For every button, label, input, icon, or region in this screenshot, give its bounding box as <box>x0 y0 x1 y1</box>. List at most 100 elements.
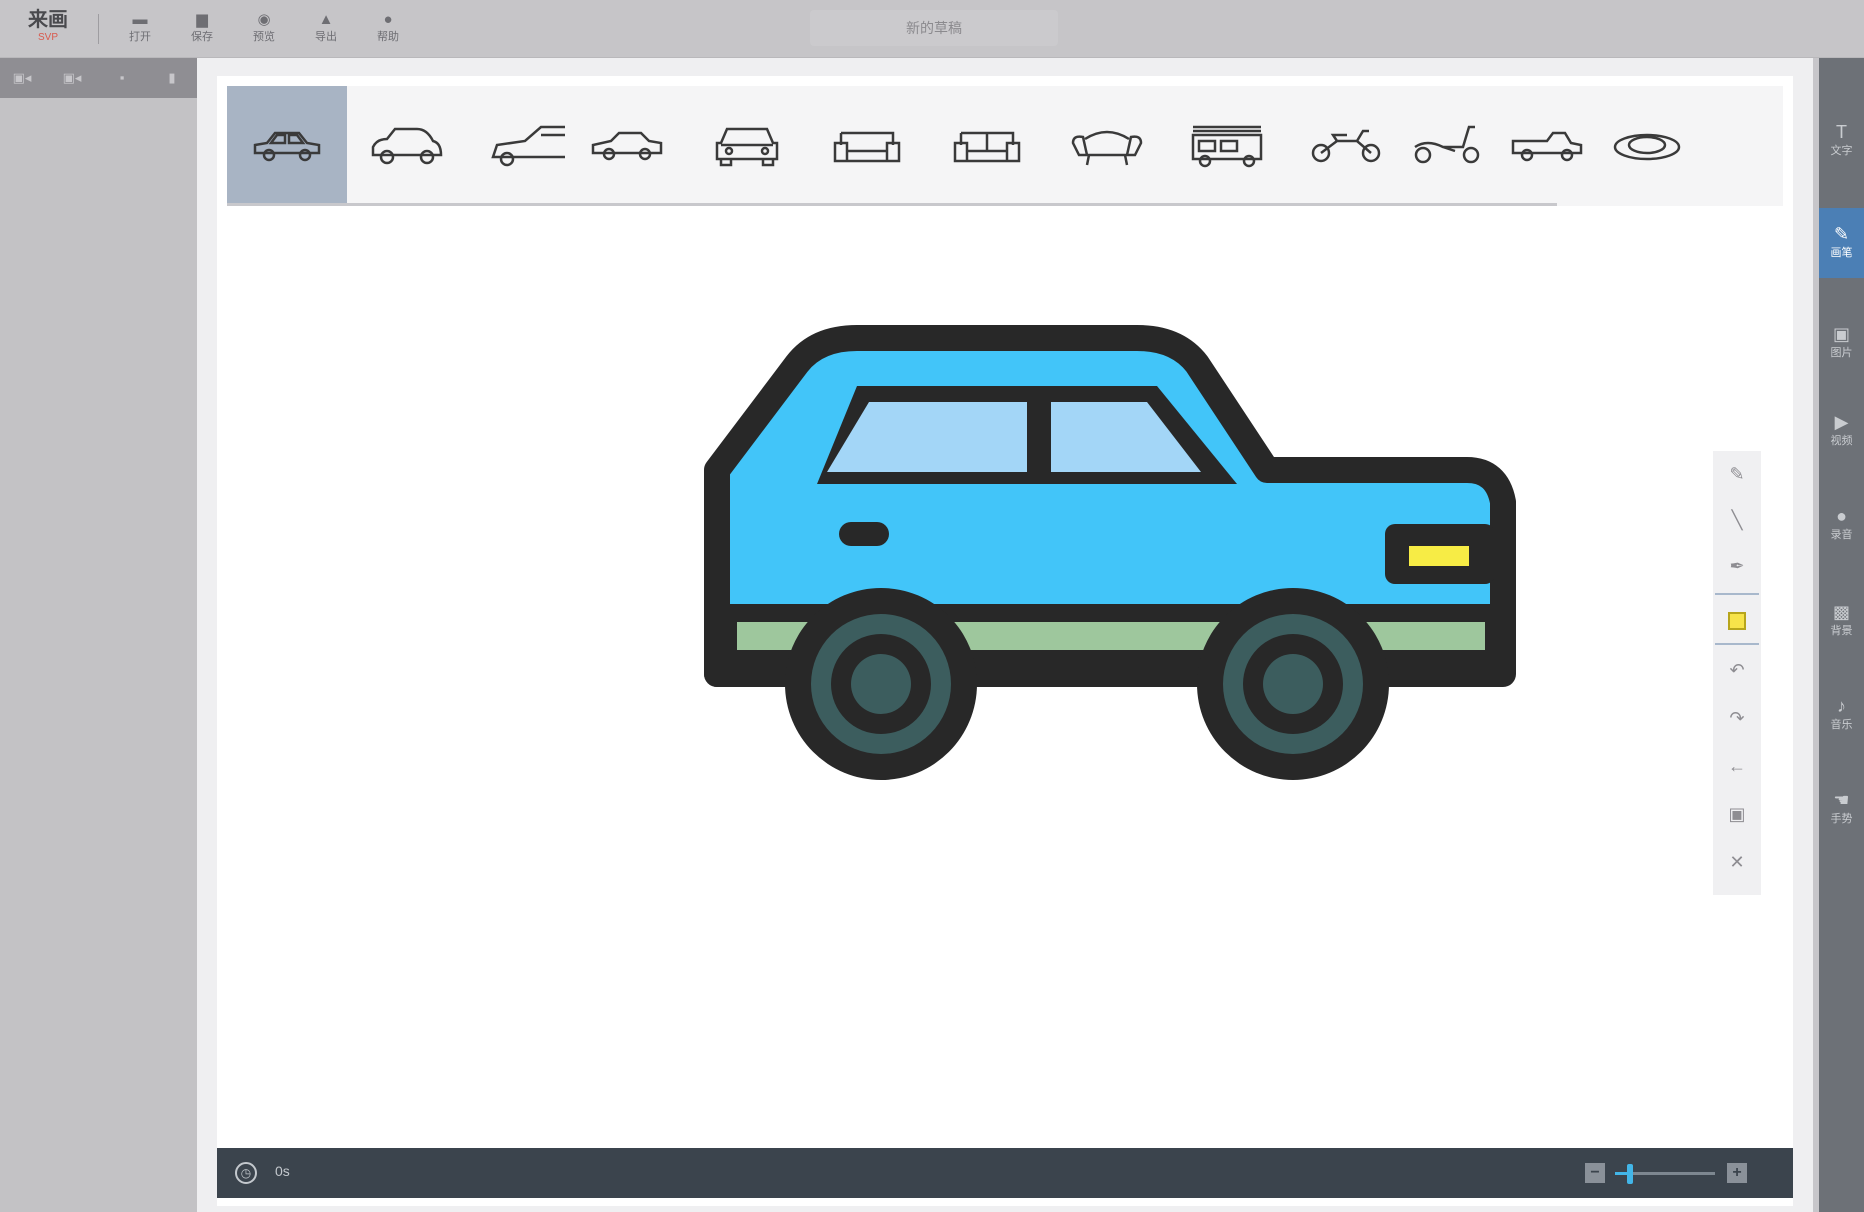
pencil-tool[interactable]: ✎ <box>1713 451 1761 497</box>
car-illustration[interactable] <box>557 294 1517 854</box>
insert-scene-icon[interactable]: ▣◂ <box>58 66 86 90</box>
fire-truck-icon <box>1191 125 1263 168</box>
redo-icon: ↷ <box>1729 708 1745 728</box>
loveseat-icon <box>833 131 901 163</box>
motorbike-icon <box>1311 129 1381 163</box>
preview-label: 预览 <box>253 31 275 43</box>
logo-subtext: SVP <box>37 32 58 43</box>
drawing-tool-palette: ✎ ╲ ✒ ↶ ↷ ← ▣ ✕ <box>1713 451 1761 895</box>
pen-icon: ✒ <box>1729 556 1745 576</box>
zoom-out-button[interactable]: − <box>1585 1163 1605 1183</box>
color-swatch <box>1728 612 1746 630</box>
close-icon: ✕ <box>1729 852 1745 872</box>
add-scene-icon[interactable]: ▣◂ <box>8 66 36 90</box>
open-button[interactable]: ▬ 打开 <box>118 10 162 52</box>
help-button[interactable]: ● 帮助 <box>366 10 410 52</box>
small-car-shape[interactable] <box>567 86 687 206</box>
palette-divider <box>1715 643 1759 645</box>
brush-tool-tab[interactable]: ✎ 画笔 <box>1819 208 1864 278</box>
compact-car-shape[interactable] <box>347 86 467 206</box>
help-label: 帮助 <box>377 31 399 43</box>
loveseat-shape[interactable] <box>807 86 927 206</box>
hand-icon: ☚ <box>1833 790 1850 810</box>
music-tool-label: 音乐 <box>1830 719 1853 731</box>
compact-car-icon <box>371 127 443 165</box>
right-tool-sidebar: T 文字 ✎ 画笔 ▣ 图片 ▶ 视频 ● 录音 ▩ 背景 ♪ 音乐 ☚ 手势 <box>1813 58 1864 1212</box>
pencil-icon: ✎ <box>1729 464 1745 484</box>
text-tool[interactable]: T 文字 <box>1819 106 1864 176</box>
save-drawing-button[interactable]: ▣ <box>1713 791 1761 837</box>
save-icon: ▆ <box>196 11 208 28</box>
image-tool-label: 图片 <box>1830 347 1853 359</box>
window-pillar <box>1027 394 1051 480</box>
image-icon: ▣ <box>1832 324 1850 344</box>
image-tool[interactable]: ▣ 图片 <box>1819 308 1864 378</box>
text-icon: T <box>1836 122 1847 142</box>
shape-library-scrollbar[interactable] <box>227 203 1557 206</box>
open-label: 打开 <box>129 31 151 43</box>
pen-tool[interactable]: ✒ <box>1713 543 1761 589</box>
music-tool[interactable]: ♪ 音乐 <box>1819 680 1864 750</box>
palette-divider <box>1715 593 1759 595</box>
help-icon: ● <box>383 11 393 28</box>
car-drawing <box>704 325 1516 780</box>
export-icon: ▲ <box>318 11 334 28</box>
save-icon: ▣ <box>1728 804 1746 824</box>
back-arrow-icon: ← <box>1728 756 1746 776</box>
brush-tool[interactable]: ╲ <box>1713 497 1761 543</box>
undo-button[interactable]: ↶ <box>1713 647 1761 693</box>
front-wheel-hub <box>1263 654 1323 714</box>
ufo-shape[interactable] <box>1587 86 1707 206</box>
preview-button[interactable]: ◉ 预览 <box>242 10 286 52</box>
back-button[interactable]: ← <box>1713 743 1761 789</box>
delete-scene-icon[interactable]: ▮ <box>158 66 186 90</box>
toolbar-divider <box>98 14 99 44</box>
sofa-shape[interactable] <box>927 86 1047 206</box>
folder-icon: ▬ <box>132 11 148 28</box>
background-icon: ▩ <box>1832 602 1850 622</box>
car-front-shape[interactable] <box>687 86 807 206</box>
brush-icon: ╲ <box>1731 510 1743 530</box>
redo-button[interactable]: ↷ <box>1713 695 1761 741</box>
close-palette-button[interactable]: ✕ <box>1713 839 1761 885</box>
pickup-truck-icon <box>1511 131 1583 162</box>
save-label: 保存 <box>191 31 213 43</box>
background-tool-label: 背景 <box>1830 625 1853 637</box>
armchair-shape[interactable] <box>1047 86 1167 206</box>
background-tool[interactable]: ▩ 背景 <box>1819 586 1864 656</box>
scooter-icon <box>1414 125 1480 164</box>
export-button[interactable]: ▲ 导出 <box>304 10 348 52</box>
text-tool-label: 文字 <box>1830 145 1853 157</box>
record-tool-label: 录音 <box>1830 529 1853 541</box>
scene-panel-header: ▣◂ ▣◂ ▪ ▮ <box>0 58 197 98</box>
eye-icon: ◉ <box>257 11 271 28</box>
door-handle <box>839 522 889 546</box>
armchair-icon <box>1071 130 1143 166</box>
document-title[interactable]: 新的草稿 <box>810 10 1058 46</box>
brush-icon: ✎ <box>1833 224 1850 244</box>
app-logo[interactable]: 来画 SVP <box>18 8 78 50</box>
zoom-slider-thumb[interactable] <box>1627 1164 1633 1184</box>
rear-wheel-hub <box>851 654 911 714</box>
timeline-bar: ◷ 0s − + <box>217 1148 1793 1198</box>
car-front-icon <box>715 127 779 167</box>
zoom-slider[interactable] <box>1615 1164 1715 1184</box>
fire-truck-shape[interactable] <box>1167 86 1287 206</box>
canvas-area: ✎ ╲ ✒ ↶ ↷ ← ▣ ✕ <box>197 58 1813 1212</box>
sedan-shape[interactable] <box>227 86 347 206</box>
music-icon: ♪ <box>1837 696 1846 716</box>
sedan-icon <box>253 131 321 162</box>
drawing-canvas[interactable] <box>217 76 1793 1206</box>
top-toolbar: 来画 SVP ▬ 打开 ▆ 保存 ◉ 预览 ▲ 导出 ● 帮助 新的草稿 <box>0 0 1864 58</box>
logo-text: 来画 <box>28 9 68 31</box>
gesture-tool[interactable]: ☚ 手势 <box>1819 774 1864 844</box>
video-tool[interactable]: ▶ 视频 <box>1819 396 1864 466</box>
copy-scene-icon[interactable]: ▪ <box>108 66 136 90</box>
save-button[interactable]: ▆ 保存 <box>180 10 224 52</box>
elapsed-time: 0s <box>275 1163 290 1179</box>
color-picker[interactable] <box>1713 597 1761 643</box>
zoom-in-button[interactable]: + <box>1727 1163 1747 1183</box>
small-car-icon <box>591 131 663 161</box>
brush-tool-label: 画笔 <box>1830 247 1853 259</box>
record-tool[interactable]: ● 录音 <box>1819 490 1864 560</box>
